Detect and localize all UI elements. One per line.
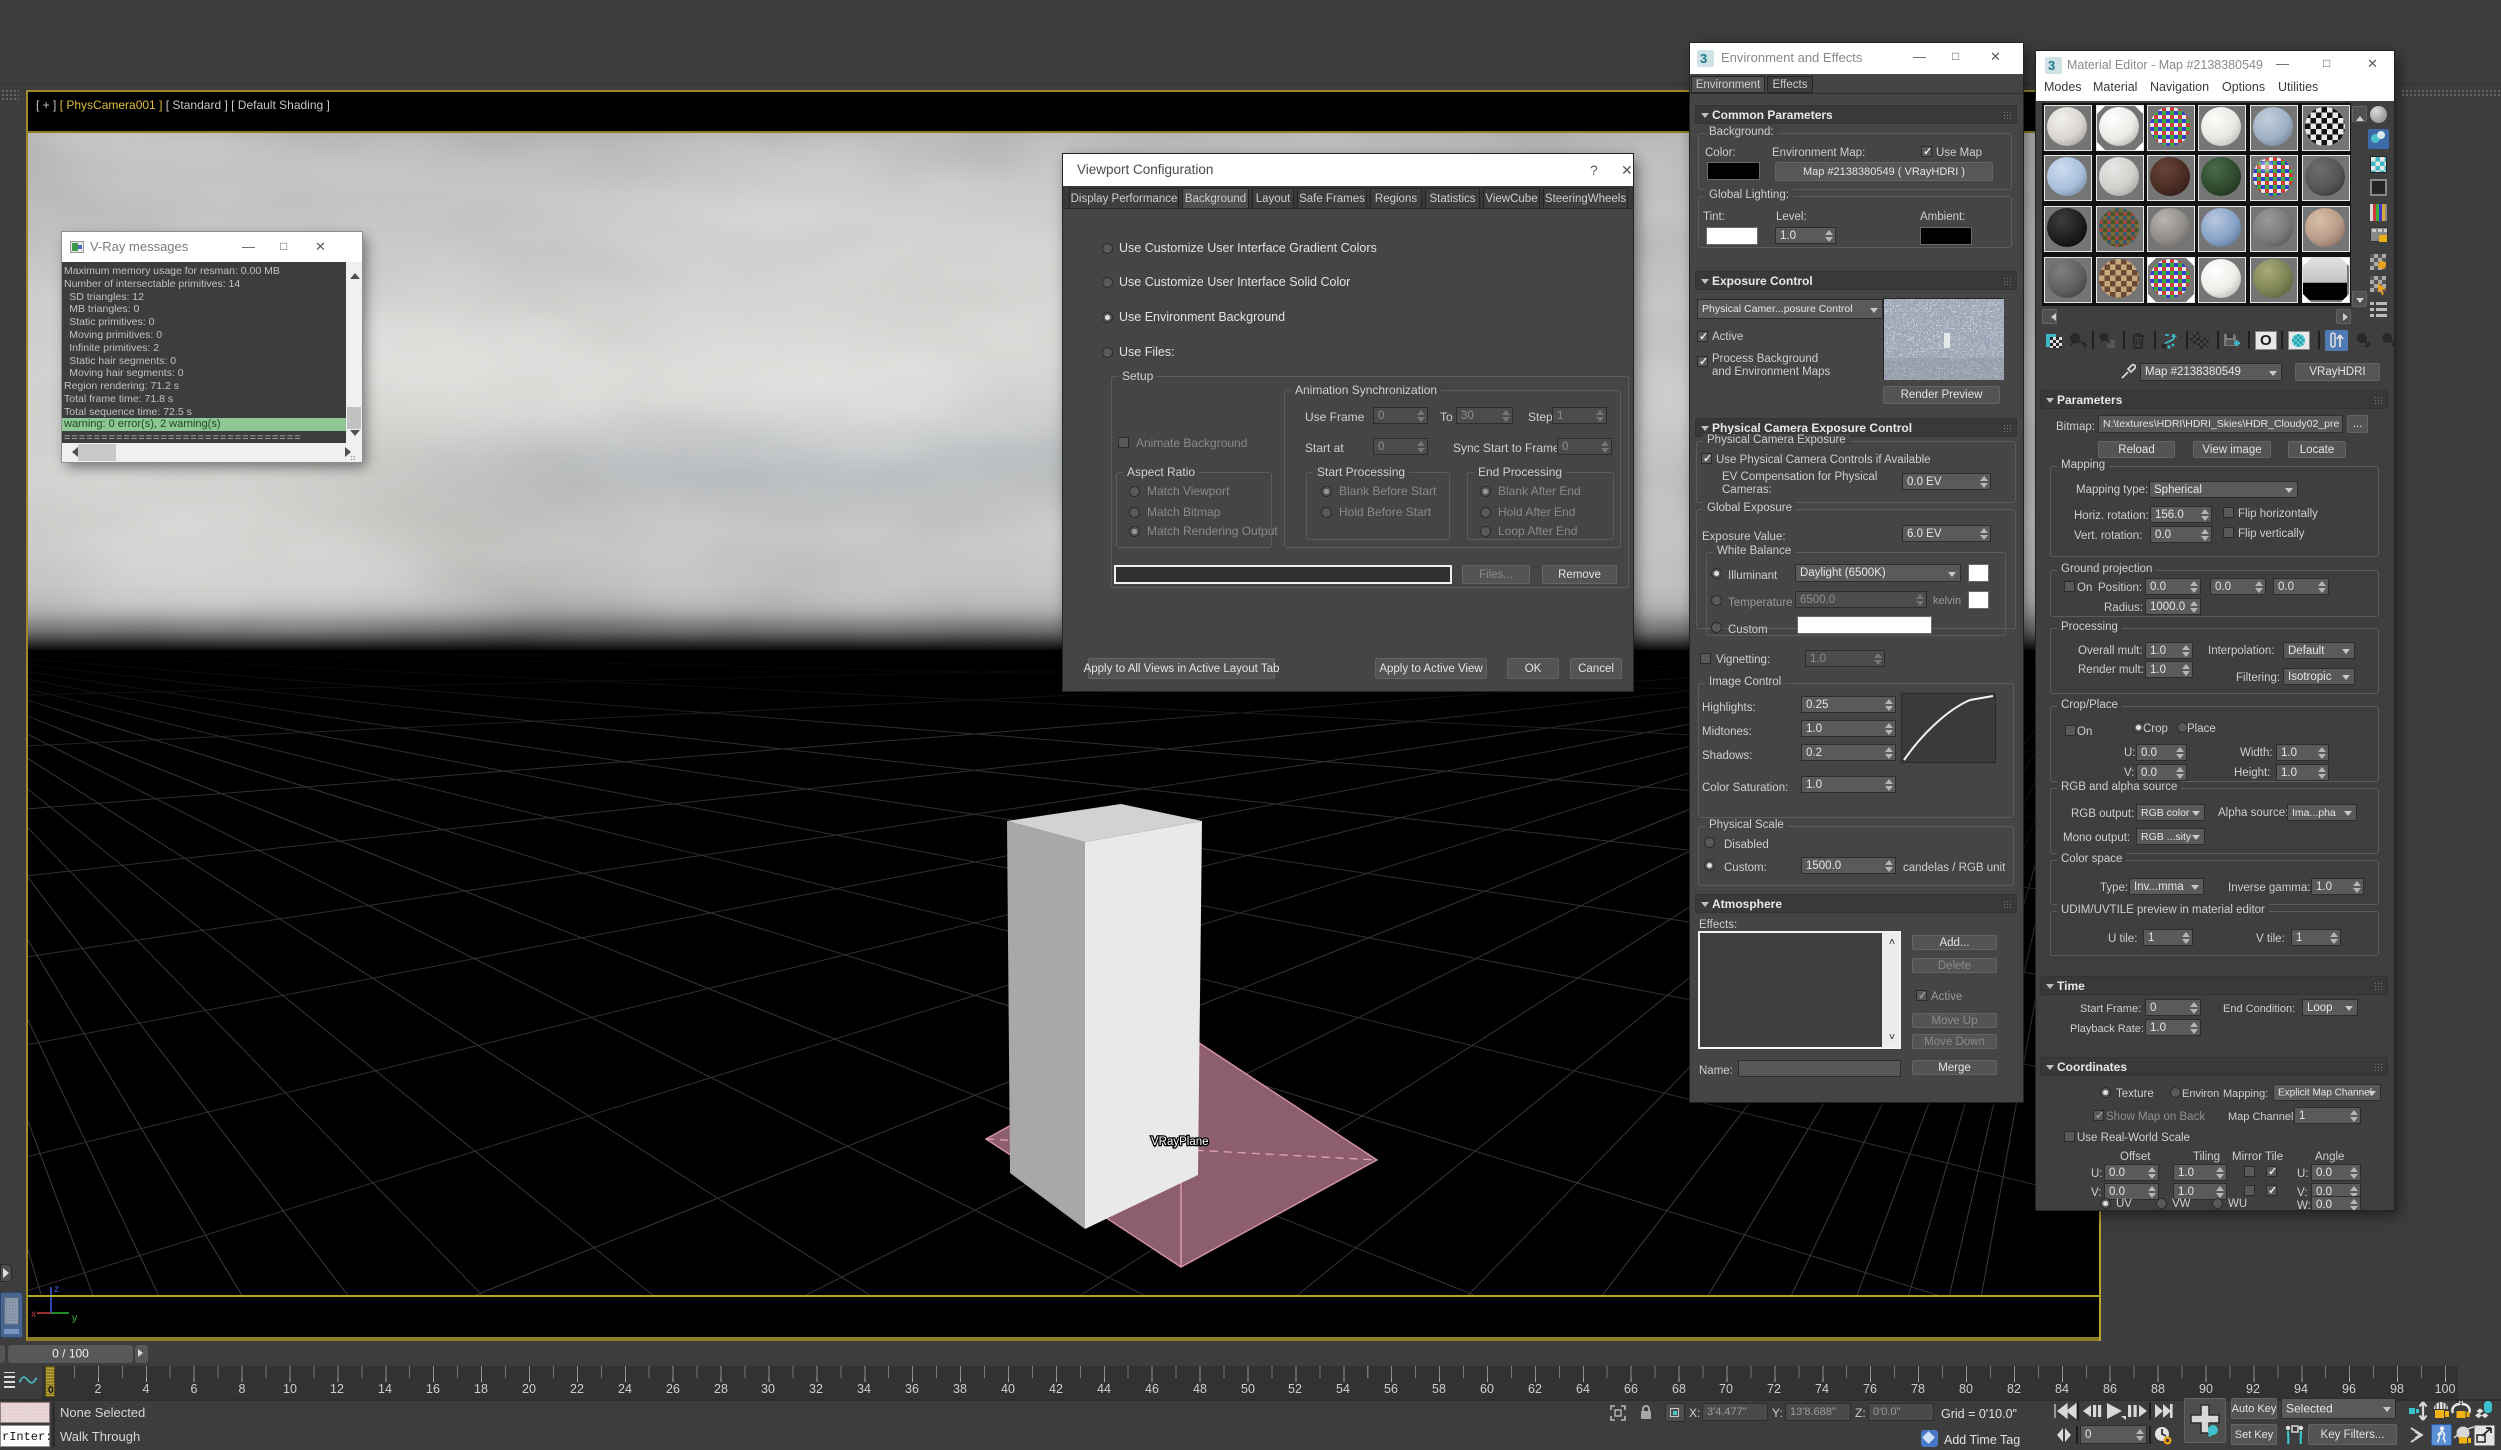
svg-text:z: z [54, 1283, 59, 1295]
svg-text:y: y [72, 1312, 78, 1324]
svg-text:x: x [31, 1308, 37, 1320]
svg-text:VRayPlane: VRayPlane [1151, 1136, 1209, 1148]
